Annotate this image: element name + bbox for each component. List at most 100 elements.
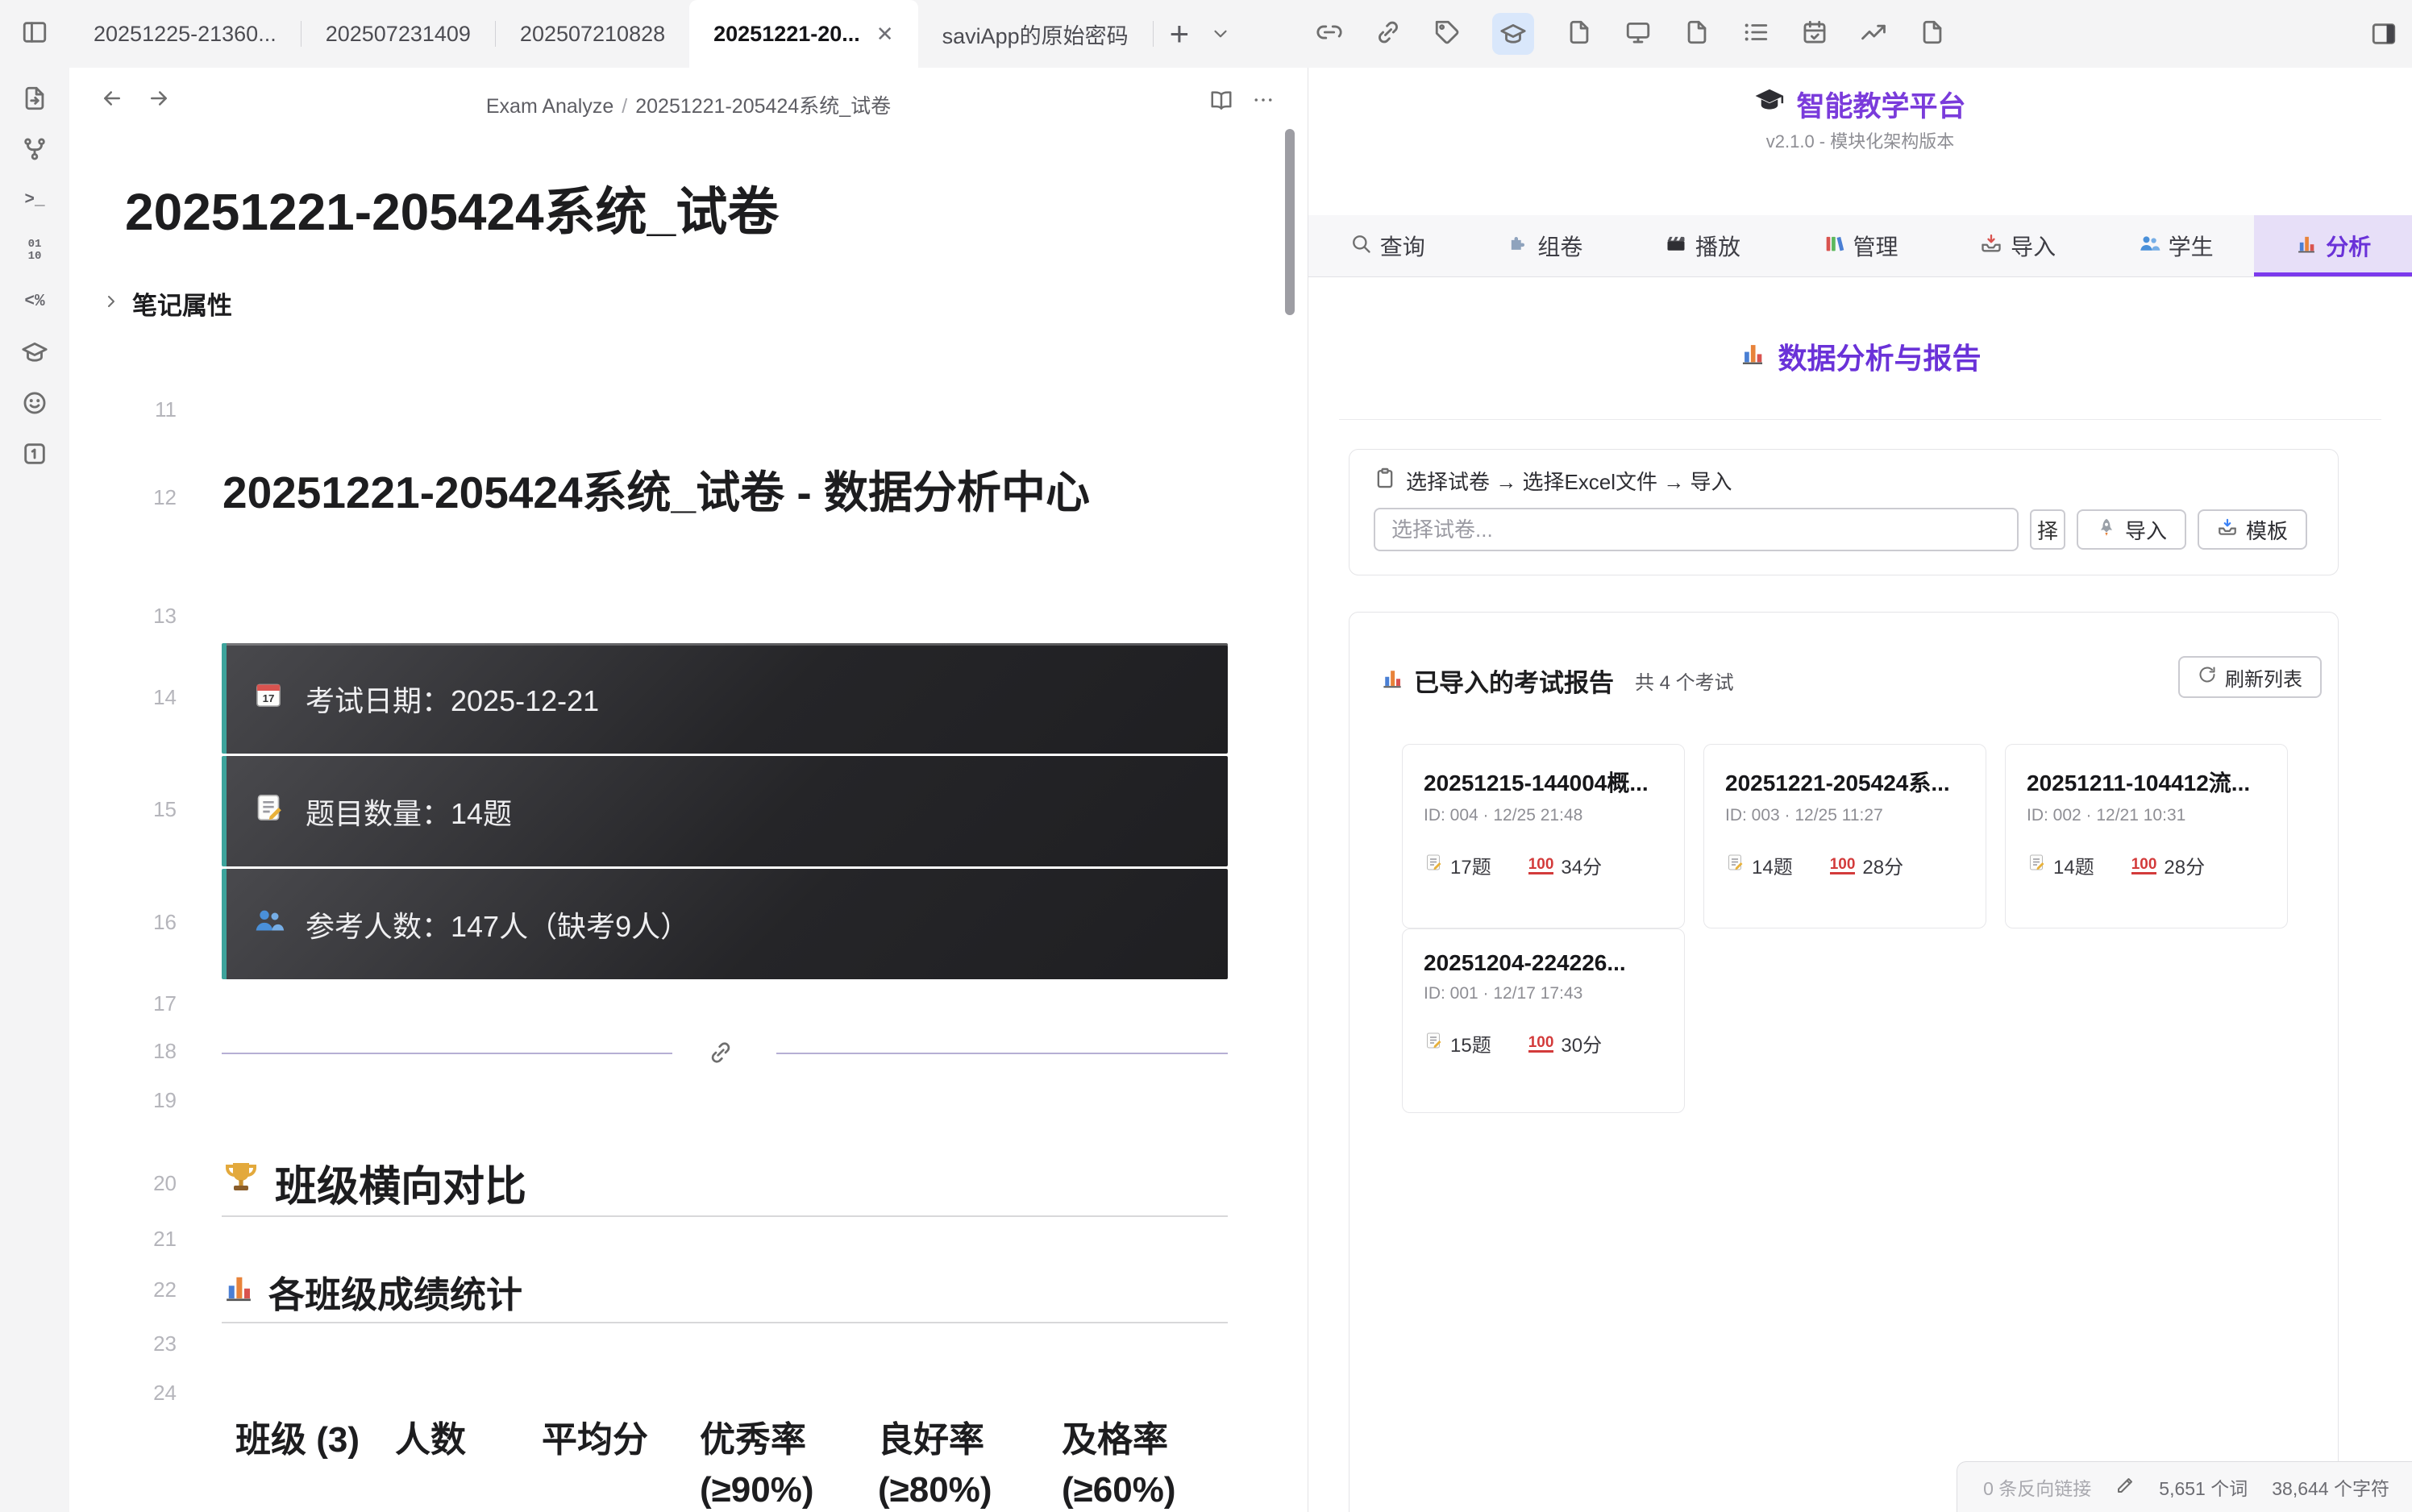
file-icon[interactable] xyxy=(1566,19,1593,50)
reports-count: 共 4 个考试 xyxy=(1635,667,1734,695)
tab-note-5[interactable]: saviApp的原始密码 xyxy=(918,0,1153,68)
status-bar: 0 条反向链接 5,651 个词 38,644 个字符 xyxy=(1957,1461,2412,1512)
chart-icon xyxy=(222,1270,256,1313)
graduation-cap-icon xyxy=(1754,85,1785,123)
tag-icon[interactable] xyxy=(1433,19,1461,50)
editor-pane: Exam Analyze/20251221-205424系统_试卷 202512… xyxy=(69,68,1308,1512)
smiley-icon[interactable] xyxy=(20,388,49,417)
line-number: 14 xyxy=(94,685,177,710)
rocket-icon xyxy=(2096,517,2117,543)
tab-note-active[interactable]: 20251221-20... ✕ xyxy=(689,0,917,68)
import-steps: 选择试卷 → 选择Excel文件 → 导入 xyxy=(1374,466,1732,496)
panel-left-toggle-icon[interactable] xyxy=(21,19,48,50)
reading-mode-icon[interactable] xyxy=(1209,88,1233,116)
line-number: 19 xyxy=(94,1088,177,1113)
new-tab-button[interactable]: + xyxy=(1154,17,1206,51)
graduation-cap-icon[interactable] xyxy=(1492,13,1534,55)
import-button[interactable]: 导入 xyxy=(2077,509,2186,550)
tab-note-3[interactable]: 202507210828 xyxy=(496,0,689,68)
import-card: 选择试卷 → 选择Excel文件 → 导入 择 导入 模板 xyxy=(1349,449,2339,575)
trophy-icon xyxy=(222,1158,260,1207)
trending-up-icon[interactable] xyxy=(1860,19,1887,50)
backlinks-count[interactable]: 0 条反向链接 xyxy=(1983,1473,2091,1501)
panel-right-toggle-icon[interactable] xyxy=(2370,20,2397,52)
question-count-card: 题目数量：14题 xyxy=(222,756,1228,866)
list-icon[interactable] xyxy=(1742,19,1769,50)
file-icon[interactable] xyxy=(1919,19,1946,50)
memo-icon xyxy=(2027,853,2046,878)
import-controls: 择 导入 模板 xyxy=(1374,508,2307,551)
unlink-icon[interactable] xyxy=(1316,19,1343,50)
breadcrumb-separator: / xyxy=(622,95,627,118)
hundred-points-icon xyxy=(1528,857,1554,874)
heading-rule xyxy=(222,1322,1228,1323)
tab-analysis[interactable]: 分析 xyxy=(2254,215,2412,276)
monitor-icon[interactable] xyxy=(1624,19,1652,50)
line-number: 21 xyxy=(94,1227,177,1252)
scrollbar-thumb[interactable] xyxy=(1285,129,1295,315)
tab-note-2[interactable]: 202507231409 xyxy=(302,0,495,68)
template-button[interactable]: 模板 xyxy=(2198,509,2307,550)
score-badge: 34分 xyxy=(1528,851,1602,879)
calendar-check-icon[interactable] xyxy=(1801,19,1828,50)
left-ribbon xyxy=(0,68,69,1512)
refresh-list-button[interactable]: 刷新列表 xyxy=(2178,656,2322,698)
line-number: 23 xyxy=(94,1331,177,1356)
select-file-button[interactable]: 择 xyxy=(2030,509,2065,550)
tab-import[interactable]: 导入 xyxy=(1939,215,2097,276)
workspace-tabs: 20251225-21360... 202507231409 202507210… xyxy=(69,0,1236,68)
inbox-down-icon xyxy=(2217,517,2238,543)
note-properties-toggle[interactable]: 笔记属性 xyxy=(102,285,232,322)
tab-students[interactable]: 学生 xyxy=(2097,215,2255,276)
template-icon[interactable] xyxy=(20,287,49,316)
file-icon[interactable] xyxy=(1683,19,1711,50)
breadcrumb-page[interactable]: 20251221-205424系统_试卷 xyxy=(635,95,891,118)
tab-play[interactable]: 播放 xyxy=(1624,215,1782,276)
table-header-pass: 及格率(≥60%) xyxy=(1062,1415,1176,1512)
numbered-list-icon[interactable] xyxy=(20,236,49,265)
toolbar-plugin-icons xyxy=(1316,0,1946,68)
score-badge: 28分 xyxy=(2131,851,2205,879)
box-icon[interactable] xyxy=(20,439,49,468)
table-header-excellent: 优秀率(≥90%) xyxy=(700,1415,814,1512)
file-arrow-icon[interactable] xyxy=(20,84,49,113)
git-fork-icon[interactable] xyxy=(20,135,49,164)
divider-line xyxy=(776,1053,1228,1054)
reports-header: 已导入的考试报告 共 4 个考试 xyxy=(1380,663,1734,699)
editor-scrollbar[interactable] xyxy=(1285,129,1295,1512)
people-icon xyxy=(2138,232,2160,260)
memo-icon xyxy=(1424,1031,1443,1056)
terminal-icon[interactable] xyxy=(20,185,49,214)
line-number: 24 xyxy=(94,1381,177,1406)
report-card[interactable]: 20251221-205424系... ID: 003 · 12/25 11:2… xyxy=(1703,744,1986,928)
chevron-down-icon[interactable] xyxy=(1205,23,1236,44)
report-card[interactable]: 20251215-144004概... ID: 004 · 12/25 21:4… xyxy=(1402,744,1685,928)
participants-text: 参考人数：147人（缺考9人） xyxy=(306,903,689,945)
participants-card: 参考人数：147人（缺考9人） xyxy=(222,869,1228,979)
analysis-section-title: 数据分析与报告 xyxy=(1308,335,2412,377)
section-heading-class-comparison: 班级横向对比 xyxy=(222,1153,526,1213)
breadcrumb-section[interactable]: Exam Analyze xyxy=(486,95,613,118)
refresh-icon xyxy=(2198,665,2217,690)
exam-date-card: 17 考试日期：2025-12-21 xyxy=(222,643,1228,754)
tab-compose[interactable]: 组卷 xyxy=(1466,215,1624,276)
more-options-icon[interactable] xyxy=(1251,88,1275,116)
tab-manage[interactable]: 管理 xyxy=(1782,215,1940,276)
clapper-icon xyxy=(1665,232,1687,260)
exam-select-input[interactable] xyxy=(1374,508,2019,551)
people-icon xyxy=(252,904,285,944)
line-number: 22 xyxy=(94,1277,177,1302)
tab-bar: 20251225-21360... 202507231409 202507210… xyxy=(0,0,2412,68)
report-card[interactable]: 20251211-104412流... ID: 002 · 12/21 10:3… xyxy=(2005,744,2288,928)
close-icon[interactable]: ✕ xyxy=(876,23,894,44)
link-icon[interactable] xyxy=(1374,19,1402,50)
report-card[interactable]: 20251204-224226... ID: 001 · 12/17 17:43… xyxy=(1402,928,1685,1113)
puzzle-icon xyxy=(1507,232,1529,260)
reports-card: 已导入的考试报告 共 4 个考试 刷新列表 20251215-144004概..… xyxy=(1349,612,2339,1512)
graduation-cap-icon[interactable] xyxy=(20,338,49,367)
questions-badge: 14题 xyxy=(2027,851,2094,879)
tab-note-1[interactable]: 20251225-21360... xyxy=(69,0,301,68)
search-icon xyxy=(1349,232,1372,260)
tab-query[interactable]: 查询 xyxy=(1308,215,1466,276)
line-number: 15 xyxy=(94,797,177,822)
